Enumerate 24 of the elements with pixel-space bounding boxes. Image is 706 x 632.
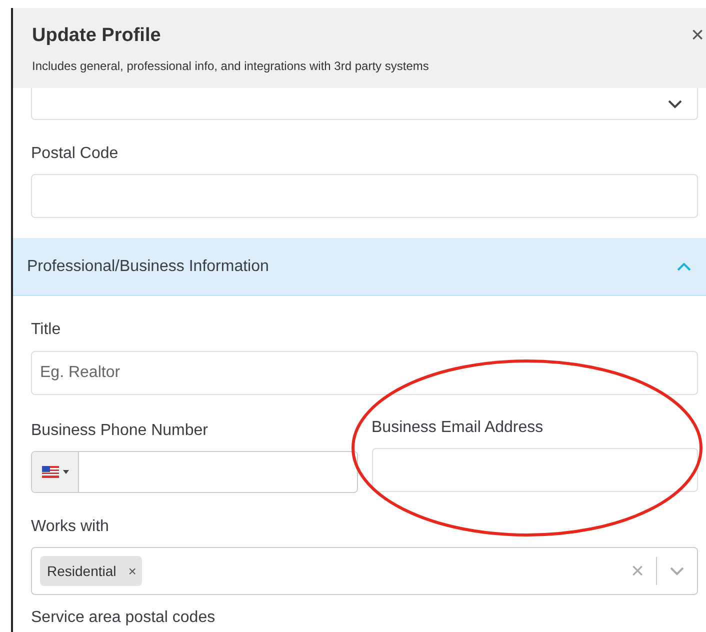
caret-icon xyxy=(62,470,68,474)
section-header[interactable]: Professional/Business Information xyxy=(13,238,706,296)
field-label: Postal Code xyxy=(31,144,120,164)
field-label: Service area postal codes xyxy=(31,609,216,627)
email-field[interactable] xyxy=(372,448,698,492)
field-label: Works with xyxy=(31,517,110,537)
select-field[interactable] xyxy=(31,88,698,120)
field-label: Business Phone Number xyxy=(31,421,209,441)
close-button[interactable]: × xyxy=(691,24,704,46)
tag-remove-button[interactable]: × xyxy=(128,560,136,582)
dialog-title: Update Profile xyxy=(32,24,162,48)
phone-field[interactable] xyxy=(31,451,358,493)
section-title: Professional/Business Information xyxy=(27,256,269,276)
dialog-subtitle: Includes general, professional info, and integrations with 3rd party systems xyxy=(32,58,430,74)
title-field[interactable]: Eg. Realtor xyxy=(31,351,698,395)
field-label: Business Email Address xyxy=(372,418,544,438)
field-label: Title xyxy=(31,320,62,340)
country-picker[interactable] xyxy=(32,452,79,492)
works-with-field[interactable]: Residential × × xyxy=(31,547,698,595)
chevron-up-icon[interactable] xyxy=(676,262,692,272)
tag-label: Residential xyxy=(47,562,116,580)
chevron-down-icon[interactable] xyxy=(667,98,683,108)
flag-icon xyxy=(42,466,58,478)
postal-code-field[interactable] xyxy=(31,174,698,218)
